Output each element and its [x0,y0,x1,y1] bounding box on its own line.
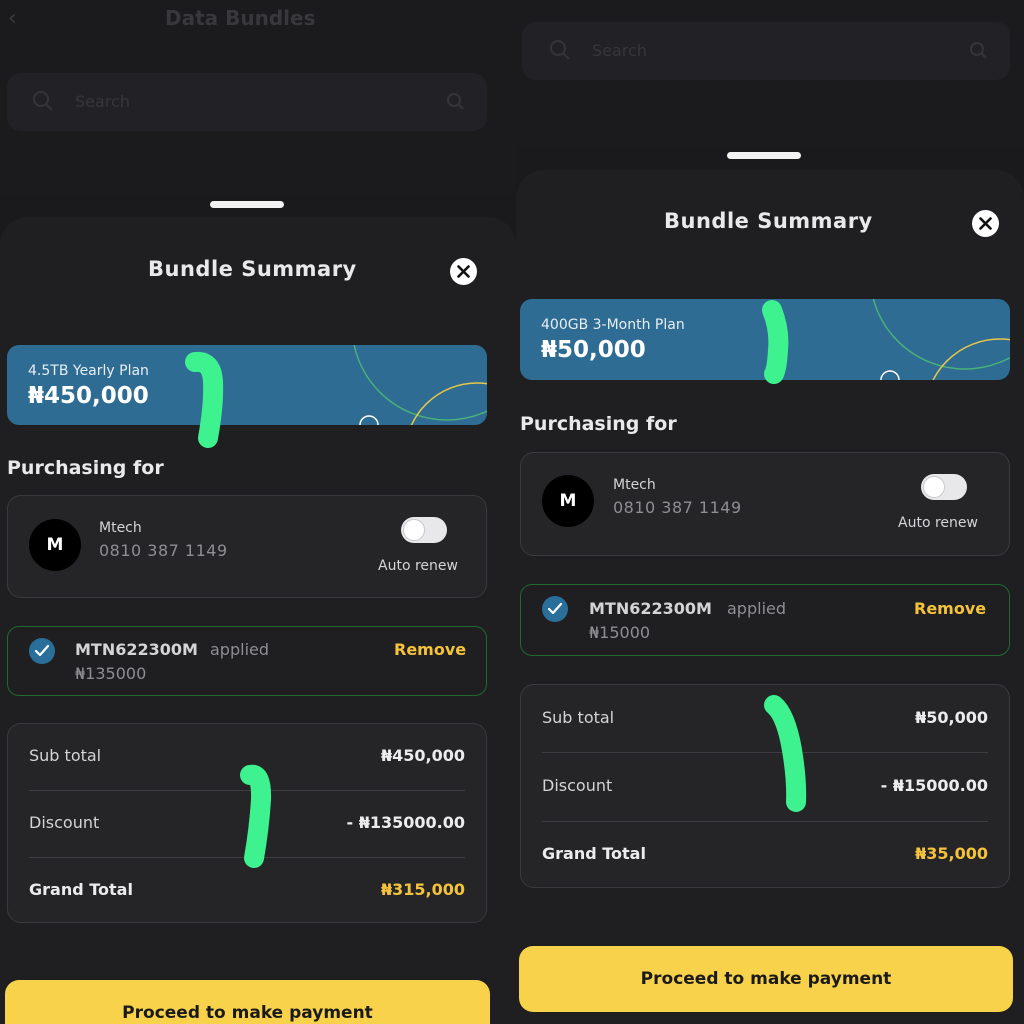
close-icon [457,265,470,278]
background-search-bar[interactable]: Search [7,73,487,131]
summary-row-grand-total: Grand Total ₦35,000 [542,822,988,888]
subtotal-label: Sub total [542,708,615,727]
summary-row-subtotal: Sub total ₦450,000 [29,724,465,790]
close-button[interactable] [450,258,477,285]
summary-row-discount: Discount - ₦135000.00 [29,791,465,857]
background-page-title: Data Bundles [165,6,316,30]
plan-price: ₦50,000 [541,337,646,363]
auto-renew-label: Auto renew [378,558,458,574]
subtotal-label: Sub total [29,746,102,765]
background-data-bundles-screen: Search [516,0,1024,146]
account-card: M Mtech 0810 387 1149 Auto renew [520,452,1010,556]
toggle-knob [403,519,425,541]
promo-code-card: MTN622300M applied ₦15000 Remove [520,584,1010,656]
promo-code: MTN622300M [589,599,712,618]
summary-row-grand-total: Grand Total ₦315,000 [29,858,465,924]
background-search-bar[interactable]: Search [522,22,1010,80]
remove-promo-button[interactable]: Remove [914,599,986,618]
discount-label: Discount [542,776,613,795]
discount-label: Discount [29,813,100,832]
grand-total-value: ₦35,000 [915,844,988,863]
auto-renew-label: Auto renew [898,515,978,531]
close-button[interactable] [972,210,999,237]
plan-name: 4.5TB Yearly Plan [28,363,149,379]
subtotal-value: ₦450,000 [380,746,465,765]
search-icon [550,40,570,60]
avatar: M [542,475,594,527]
discount-value: - ₦135000.00 [346,813,465,832]
account-phone: 0810 387 1149 [99,541,228,560]
promo-code-card: MTN622300M applied ₦135000 Remove [7,626,487,696]
sheet-drag-handle[interactable] [210,201,284,208]
scan-search-icon [970,42,987,59]
search-icon [33,91,53,111]
promo-status: applied [210,640,270,659]
scan-search-icon [447,93,464,110]
purchasing-for-label: Purchasing for [520,413,677,435]
close-icon [979,217,992,230]
plan-card: 400GB 3-Month Plan ₦50,000 [520,299,1010,380]
check-circle-icon [542,596,568,622]
bundle-summary-screen-right: Search Bundle Summary 400GB 3-Month Plan… [516,0,1024,1024]
background-data-bundles-screen: ‹ Data Bundles Search [0,0,516,195]
auto-renew-toggle[interactable] [401,517,447,543]
summary-row-subtotal: Sub total ₦50,000 [542,685,988,751]
promo-amount: ₦15000 [589,623,651,642]
avatar: M [29,519,81,571]
check-circle-icon [29,638,55,664]
proceed-to-payment-button[interactable]: Proceed to make payment [5,980,490,1024]
promo-amount: ₦135000 [75,664,147,683]
grand-total-value: ₦315,000 [380,880,465,899]
account-card: M Mtech 0810 387 1149 Auto renew [7,495,487,598]
toggle-knob [923,476,945,498]
proceed-to-payment-button[interactable]: Proceed to make payment [519,946,1013,1012]
bundle-summary-screen-left: ‹ Data Bundles Search Bundle Summary 4.5… [0,0,516,1024]
sheet-drag-handle[interactable] [727,152,801,159]
remove-promo-button[interactable]: Remove [394,640,466,659]
account-name: Mtech [613,477,656,493]
sheet-title: Bundle Summary [148,257,357,281]
back-arrow-icon[interactable]: ‹ [8,6,17,31]
discount-value: - ₦15000.00 [880,776,988,795]
promo-code: MTN622300M [75,640,198,659]
plan-card: 4.5TB Yearly Plan ₦450,000 [7,345,487,425]
plan-name: 400GB 3-Month Plan [541,317,685,333]
sheet-title: Bundle Summary [664,209,873,233]
account-phone: 0810 387 1149 [613,498,742,517]
summary-card: Sub total ₦50,000 Discount - ₦15000.00 G… [520,684,1010,888]
background-search-placeholder: Search [75,92,130,111]
subtotal-value: ₦50,000 [915,708,988,727]
purchasing-for-label: Purchasing for [7,457,164,479]
background-search-placeholder: Search [592,41,647,60]
summary-row-discount: Discount - ₦15000.00 [542,753,988,819]
account-name: Mtech [99,520,142,536]
promo-status: applied [727,599,787,618]
grand-total-label: Grand Total [29,880,133,899]
summary-card: Sub total ₦450,000 Discount - ₦135000.00… [7,723,487,923]
auto-renew-toggle[interactable] [921,474,967,500]
plan-price: ₦450,000 [28,383,149,409]
grand-total-label: Grand Total [542,844,646,863]
